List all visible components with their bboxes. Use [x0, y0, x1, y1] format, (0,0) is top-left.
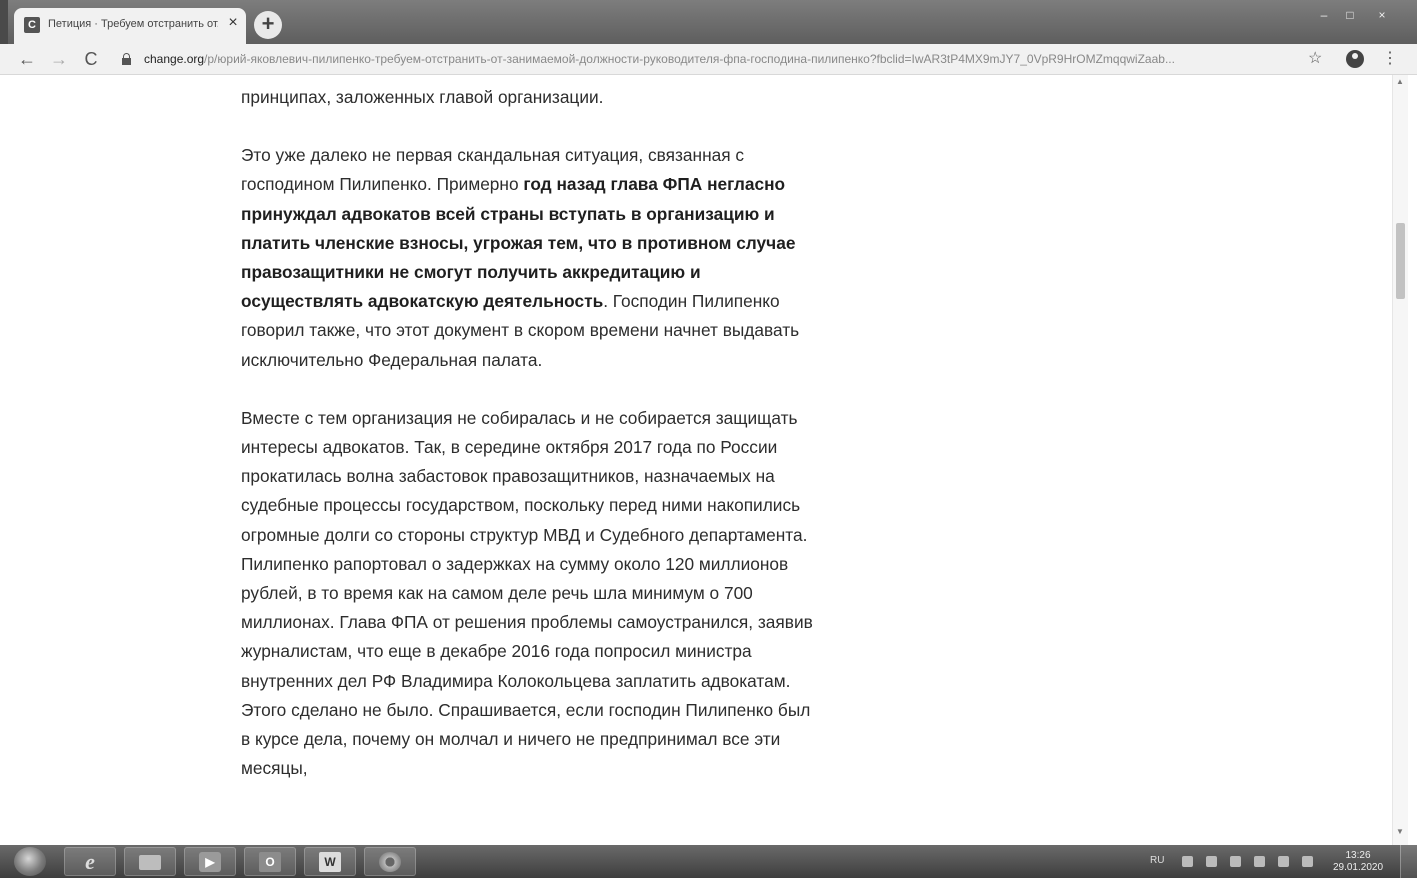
window-close-button[interactable]: × — [1368, 8, 1396, 22]
tray-volume-icon[interactable] — [1302, 856, 1313, 867]
windows-taskbar: e ▶ O W RU 13:26 29.01.2020 — [0, 845, 1417, 878]
back-arrow-icon[interactable]: ← — [16, 48, 38, 70]
lock-icon[interactable] — [122, 53, 131, 65]
tray-flag-icon[interactable] — [1206, 856, 1217, 867]
internet-explorer-icon: e — [85, 849, 95, 874]
account-avatar-icon[interactable] — [1346, 50, 1364, 68]
reload-icon[interactable]: C — [80, 48, 102, 70]
article-paragraph: принципах, заложенных главой организации… — [241, 87, 604, 107]
clock-time: 13:26 — [1345, 850, 1371, 861]
chrome-icon — [379, 852, 401, 872]
vertical-scrollbar[interactable]: ▲ ▼ — [1392, 75, 1408, 845]
browser-titlebar: C Петиция · Требуем отстранить от... × +… — [0, 0, 1417, 44]
address-bar[interactable]: change.org/p/юрий-яковлевич-пилипенко-тр… — [112, 47, 1302, 71]
show-desktop-button[interactable] — [1400, 845, 1417, 878]
language-indicator[interactable]: RU — [1150, 855, 1164, 866]
article-paragraph: Это уже далеко не первая скандальная сит… — [241, 141, 821, 375]
taskbar-chrome[interactable] — [364, 847, 416, 876]
taskbar-outlook[interactable]: O — [244, 847, 296, 876]
forward-arrow-icon[interactable]: → — [48, 48, 70, 70]
taskbar-word[interactable]: W — [304, 847, 356, 876]
scroll-down-arrow-icon[interactable]: ▼ — [1396, 827, 1404, 836]
taskbar-media-player[interactable]: ▶ — [184, 847, 236, 876]
taskbar-internet-explorer[interactable]: e — [64, 847, 116, 876]
bookmark-star-icon[interactable]: ☆ — [1308, 48, 1322, 70]
petition-article: принципах, заложенных главой организации… — [241, 83, 821, 812]
scroll-up-arrow-icon[interactable]: ▲ — [1396, 77, 1404, 86]
tab-close-icon[interactable]: × — [224, 14, 242, 32]
window-minimize-button[interactable]: – — [1312, 8, 1336, 22]
clock-date: 29.01.2020 — [1332, 862, 1384, 873]
tray-action-center-icon[interactable] — [1278, 856, 1289, 867]
article-paragraph: Вместе с тем организация не собиралась и… — [241, 407, 813, 779]
url-host: change.org — [144, 52, 205, 66]
tab-title: Петиция · Требуем отстранить от... — [48, 18, 218, 30]
tray-network-icon[interactable] — [1230, 856, 1241, 867]
tray-monitor-icon[interactable] — [1254, 856, 1265, 867]
taskbar-file-explorer[interactable] — [124, 847, 176, 876]
scrollbar-thumb[interactable] — [1396, 223, 1405, 299]
folder-icon — [139, 855, 161, 870]
browser-menu-icon[interactable]: ⋮ — [1382, 48, 1398, 70]
start-button[interactable] — [14, 847, 46, 876]
new-tab-button[interactable]: + — [254, 11, 282, 39]
change-org-favicon-icon: C — [24, 17, 40, 33]
window-maximize-button[interactable]: □ — [1338, 8, 1362, 22]
browser-toolbar: ← → C change.org/p/юрий-яковлевич-пилипе… — [0, 44, 1417, 75]
page-content: принципах, заложенных главой организации… — [0, 75, 1392, 845]
outlook-icon: O — [259, 852, 281, 872]
word-icon: W — [319, 852, 341, 872]
url-path: /p/юрий-яковлевич-пилипенко-требуем-отст… — [204, 52, 1175, 66]
tray-keyboard-icon[interactable] — [1182, 856, 1193, 867]
system-tray: RU — [1150, 853, 1320, 871]
window-frame-edge — [0, 0, 8, 44]
tab-petition[interactable]: C Петиция · Требуем отстранить от... × — [14, 8, 246, 44]
taskbar-clock[interactable]: 13:26 29.01.2020 — [1326, 850, 1390, 874]
address-url[interactable]: change.org/p/юрий-яковлевич-пилипенко-тр… — [144, 52, 1294, 66]
media-player-icon: ▶ — [199, 852, 221, 872]
